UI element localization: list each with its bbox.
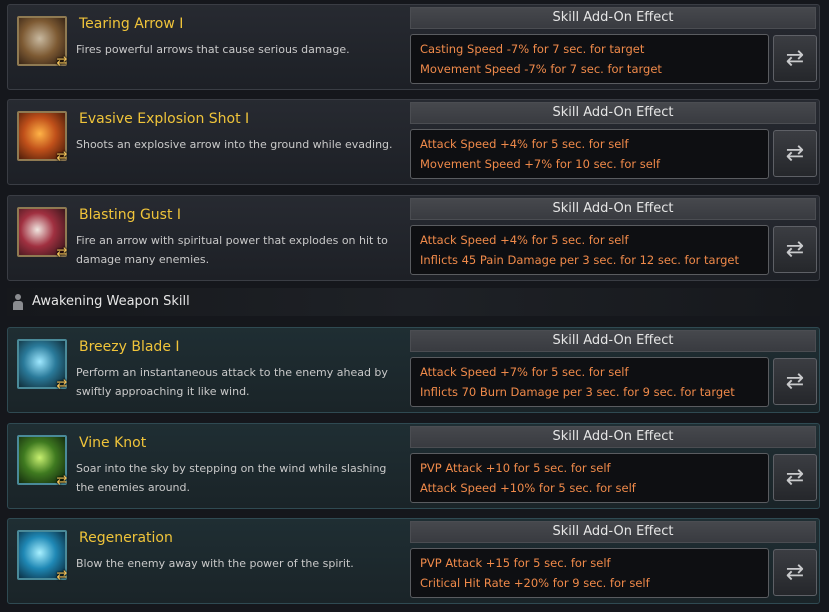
skill-description: Fire an arrow with spiritual power that … [76, 234, 388, 266]
vine-knot-skill-icon[interactable]: ⇄ [17, 435, 67, 488]
swap-badge-icon: ⇄ [56, 568, 68, 583]
arrows-cycle-icon: ⇄ [785, 141, 805, 166]
arrows-cycle-icon: ⇄ [785, 369, 805, 394]
addon-effect-box: Casting Speed -7% for 7 sec. for target … [410, 34, 769, 84]
awakening-section-header: Awakening Weapon Skill [7, 288, 820, 316]
swap-badge-icon: ⇄ [56, 473, 68, 488]
swap-badge-icon: ⇄ [56, 377, 68, 392]
addon-effect-1: Attack Speed +4% for 5 sec. for self [420, 137, 629, 151]
skill-name: Evasive Explosion Shot I [79, 111, 250, 127]
breezy-blade-skill-icon[interactable]: ⇄ [17, 339, 67, 392]
skill-description: Blow the enemy away with the power of th… [76, 557, 354, 570]
addon-effect-2: Movement Speed -7% for 7 sec. for target [420, 62, 662, 76]
addon-effect-box: PVP Attack +10 for 5 sec. for self Attac… [410, 453, 769, 503]
addon-effect-1: PVP Attack +15 for 5 sec. for self [420, 556, 611, 570]
addon-effect-header: Skill Add-On Effect [410, 7, 816, 29]
change-addon-button[interactable]: ⇄ [773, 130, 817, 177]
skill-row: ⇄ Breezy Blade I Perform an instantaneou… [7, 327, 820, 413]
addon-effect-header: Skill Add-On Effect [410, 102, 816, 124]
blasting-gust-skill-icon[interactable]: ⇄ [17, 207, 67, 260]
addon-effect-1: Attack Speed +7% for 5 sec. for self [420, 365, 629, 379]
skill-row: ⇄ Blasting Gust I Fire an arrow with spi… [7, 195, 820, 281]
addon-effect-2: Movement Speed +7% for 10 sec. for self [420, 157, 661, 171]
addon-effect-2: Inflicts 70 Burn Damage per 3 sec. for 9… [420, 385, 735, 399]
skill-name: Blasting Gust I [79, 207, 182, 223]
skill-name: Vine Knot [79, 435, 147, 451]
arrows-cycle-icon: ⇄ [785, 560, 805, 585]
skill-description: Shoots an explosive arrow into the groun… [76, 138, 393, 151]
skill-row: ⇄ Tearing Arrow I Fires powerful arrows … [7, 4, 820, 90]
skill-row: ⇄ Evasive Explosion Shot I Shoots an exp… [7, 99, 820, 185]
arrows-cycle-icon: ⇄ [785, 465, 805, 490]
addon-effect-box: PVP Attack +15 for 5 sec. for self Criti… [410, 548, 769, 598]
addon-effect-1: Casting Speed -7% for 7 sec. for target [420, 42, 645, 56]
change-addon-button[interactable]: ⇄ [773, 35, 817, 82]
skill-description: Fires powerful arrows that cause serious… [76, 43, 350, 56]
change-addon-button[interactable]: ⇄ [773, 358, 817, 405]
addon-effect-header: Skill Add-On Effect [410, 521, 816, 543]
arrows-cycle-icon: ⇄ [785, 46, 805, 71]
addon-effect-header: Skill Add-On Effect [410, 426, 816, 448]
skill-description: Perform an instantaneous attack to the e… [76, 366, 388, 398]
addon-effect-header: Skill Add-On Effect [410, 330, 816, 352]
arrows-cycle-icon: ⇄ [785, 237, 805, 262]
addon-effect-1: PVP Attack +10 for 5 sec. for self [420, 461, 611, 475]
skill-row: ⇄ Vine Knot Soar into the sky by steppin… [7, 423, 820, 509]
change-addon-button[interactable]: ⇄ [773, 454, 817, 501]
addon-effect-1: Attack Speed +4% for 5 sec. for self [420, 233, 629, 247]
regeneration-skill-icon[interactable]: ⇄ [17, 530, 67, 583]
change-addon-button[interactable]: ⇄ [773, 549, 817, 596]
skill-name: Tearing Arrow I [79, 16, 184, 32]
skill-name: Breezy Blade I [79, 339, 180, 355]
swap-badge-icon: ⇄ [56, 54, 68, 69]
addon-effect-header: Skill Add-On Effect [410, 198, 816, 220]
person-icon [13, 294, 23, 310]
swap-badge-icon: ⇄ [56, 149, 68, 164]
addon-effect-2: Attack Speed +10% for 5 sec. for self [420, 481, 636, 495]
swap-badge-icon: ⇄ [56, 245, 68, 260]
change-addon-button[interactable]: ⇄ [773, 226, 817, 273]
skill-description: Soar into the sky by stepping on the win… [76, 462, 387, 494]
addon-effect-2: Inflicts 45 Pain Damage per 3 sec. for 1… [420, 253, 739, 267]
skill-row: ⇄ Regeneration Blow the enemy away with … [7, 518, 820, 604]
evasive-explosion-shot-skill-icon[interactable]: ⇄ [17, 111, 67, 164]
addon-effect-2: Critical Hit Rate +20% for 9 sec. for se… [420, 576, 650, 590]
addon-effect-box: Attack Speed +4% for 5 sec. for self Inf… [410, 225, 769, 275]
addon-effect-box: Attack Speed +7% for 5 sec. for self Inf… [410, 357, 769, 407]
addon-effect-box: Attack Speed +4% for 5 sec. for self Mov… [410, 129, 769, 179]
tearing-arrow-skill-icon[interactable]: ⇄ [17, 16, 67, 69]
section-title: Awakening Weapon Skill [32, 294, 190, 309]
skill-name: Regeneration [79, 530, 173, 546]
